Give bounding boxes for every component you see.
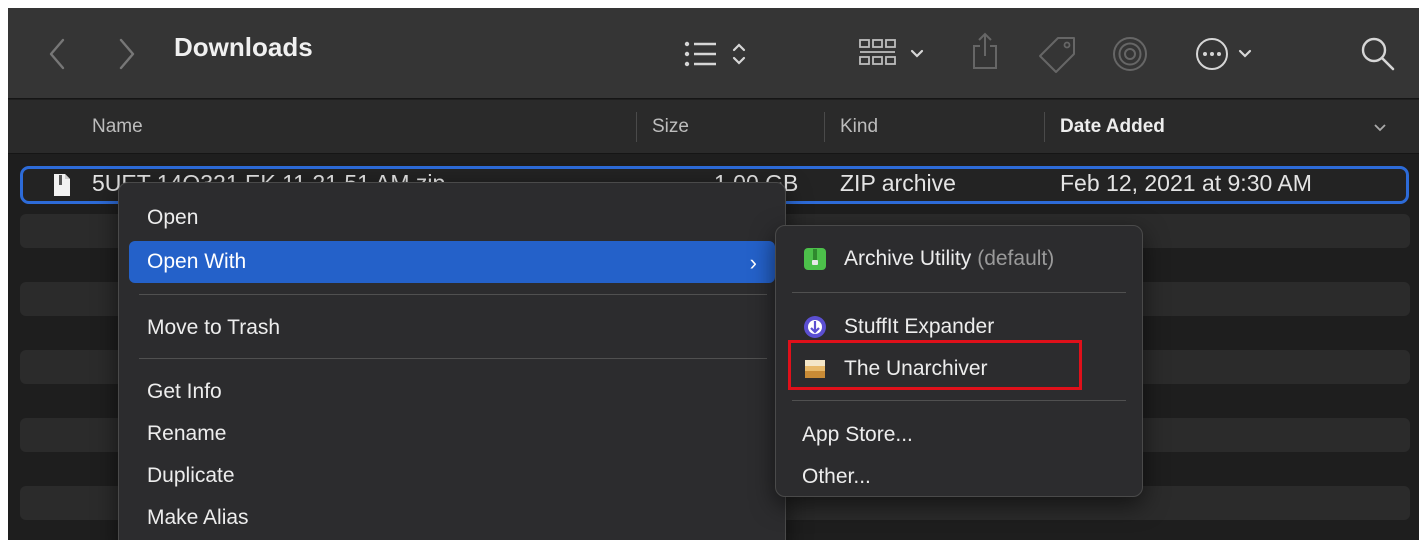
submenu-separator (792, 292, 1126, 293)
menu-item-open[interactable]: Open (129, 197, 775, 239)
menu-item-move-to-trash[interactable]: Move to Trash (129, 307, 775, 349)
column-divider[interactable] (1044, 112, 1045, 142)
more-icon[interactable] (1192, 32, 1262, 76)
app-name: Other... (802, 465, 871, 488)
menu-item-make-alias[interactable]: Make Alias (129, 497, 775, 539)
menu-item-label: Duplicate (147, 464, 235, 487)
sort-chevron-icon[interactable] (1370, 118, 1390, 138)
tag-icon[interactable] (1036, 32, 1080, 76)
column-kind[interactable]: Kind (840, 100, 878, 154)
window-title: Downloads (174, 32, 313, 62)
menu-item-label: Make Alias (147, 506, 249, 529)
file-date-added: Feb 12, 2021 at 9:30 AM (1060, 170, 1312, 196)
menu-item-label: Get Info (147, 380, 222, 403)
submenu-arrow-icon: › (749, 250, 757, 275)
column-divider[interactable] (636, 112, 637, 142)
list-view-icon[interactable] (682, 36, 754, 72)
submenu-separator (792, 400, 1126, 401)
menu-separator (139, 358, 767, 359)
forward-icon[interactable] (112, 34, 142, 74)
menu-item-get-info[interactable]: Get Info (129, 371, 775, 413)
column-divider[interactable] (824, 112, 825, 142)
menu-item-label: Move to Trash (147, 316, 281, 339)
menu-item-label: Rename (147, 422, 227, 445)
menu-item-label: Open (147, 206, 199, 229)
file-kind: ZIP archive (840, 170, 956, 196)
submenu-item-other[interactable]: Other... (786, 456, 1132, 498)
app-name: Archive Utility (844, 247, 972, 270)
column-size[interactable]: Size (652, 100, 689, 154)
menu-item-rename[interactable]: Rename (129, 413, 775, 455)
app-name: App Store... (802, 423, 913, 446)
stuffit-expander-icon (802, 314, 828, 340)
search-icon[interactable] (1358, 32, 1398, 76)
submenu-item-archive-utility[interactable]: Archive Utility (default) (786, 238, 1132, 280)
column-date-added[interactable]: Date Added (1060, 100, 1165, 154)
icon-grid-icon[interactable] (858, 34, 934, 74)
default-tag: (default) (977, 247, 1055, 270)
finder-window: Downloads Name Size Kind Date Added ZIP … (8, 8, 1419, 540)
menu-item-duplicate[interactable]: Duplicate (129, 455, 775, 497)
menu-item-open-with[interactable]: Open With › (129, 241, 775, 283)
archive-utility-icon (802, 246, 828, 272)
menu-separator (139, 294, 767, 295)
menu-item-label: Open With (147, 250, 247, 273)
highlight-annotation-box (788, 340, 1082, 390)
column-name[interactable]: Name (92, 100, 143, 154)
airdrop-icon[interactable] (1108, 32, 1152, 76)
app-name: StuffIt Expander (844, 315, 995, 338)
context-menu: Open Open With › Move to Trash Get Info … (118, 182, 786, 540)
column-header: Name Size Kind Date Added (8, 100, 1419, 154)
submenu-item-app-store[interactable]: App Store... (786, 414, 1132, 456)
zip-file-icon (52, 173, 72, 197)
toolbar: Downloads (8, 8, 1419, 99)
share-icon[interactable] (968, 28, 1002, 74)
back-icon[interactable] (42, 34, 72, 74)
